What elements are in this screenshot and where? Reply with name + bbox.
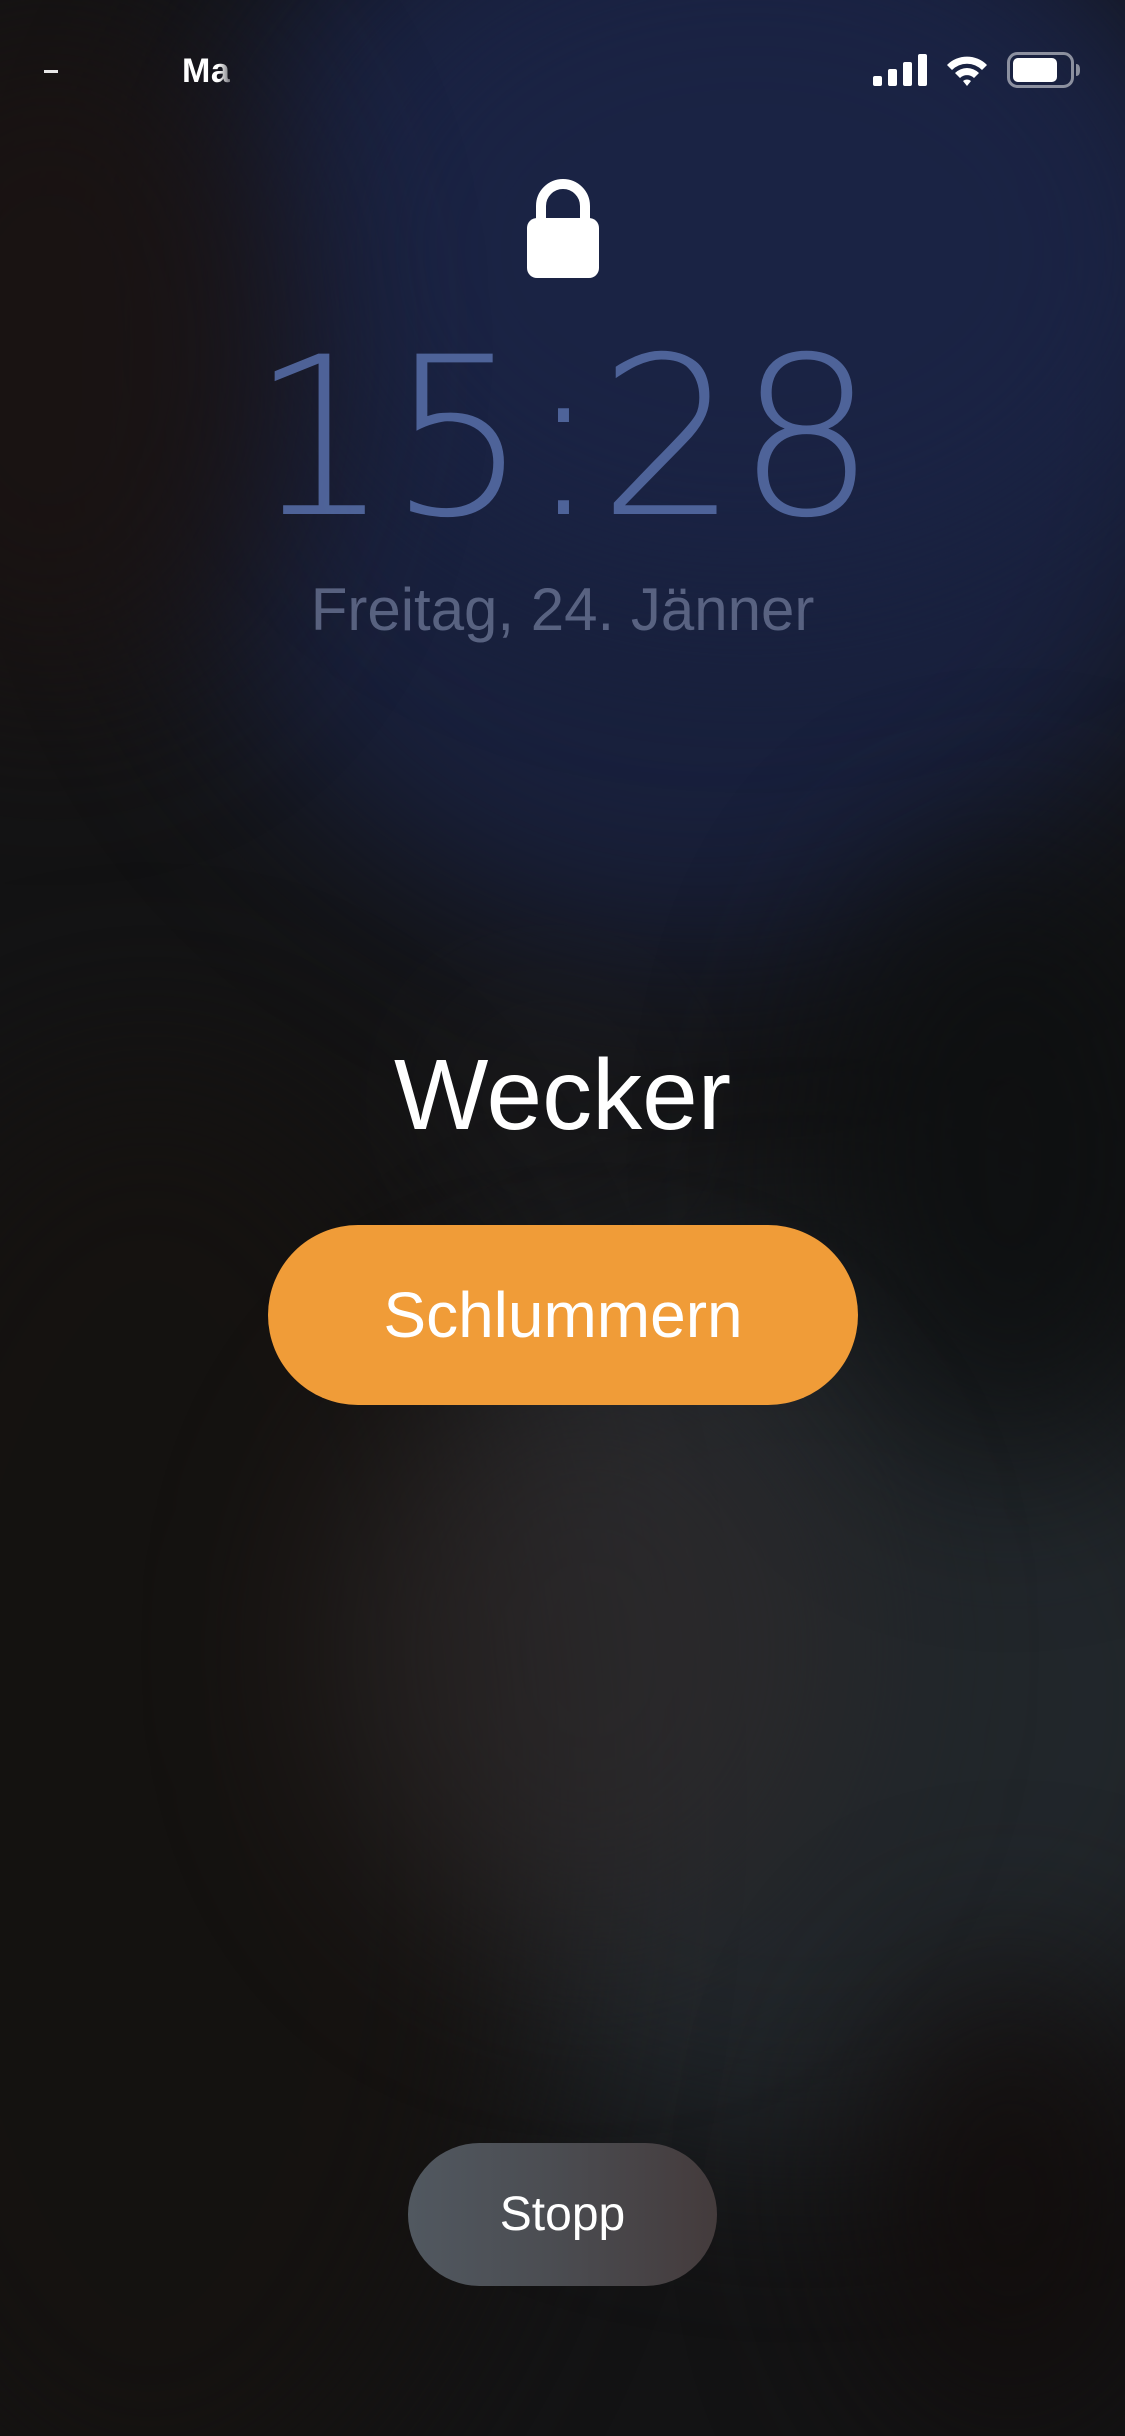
cellular-signal-icon (873, 54, 927, 86)
alarm-title: Wecker (393, 1039, 732, 1151)
padlock-icon (527, 179, 599, 278)
status-bar-right (873, 52, 1081, 88)
carrier-label: Ma (182, 51, 231, 90)
status-dash (44, 69, 58, 73)
stop-button-label: Stopp (499, 2188, 626, 2241)
stop-button[interactable]: Stopp (408, 2143, 717, 2286)
snooze-button[interactable]: Schlummern (268, 1225, 858, 1405)
lock-screen: Ma 15:28 Freitag, 24. Jänner Wecker Schl… (0, 0, 1125, 2436)
snooze-button-label: Schlummern (383, 1279, 743, 1351)
clock-time: 15:28 (250, 310, 876, 566)
wifi-icon (947, 56, 987, 86)
battery-icon (1007, 52, 1080, 88)
clock-date: Freitag, 24. Jänner (310, 576, 815, 643)
status-bar-left: Ma (44, 46, 238, 96)
